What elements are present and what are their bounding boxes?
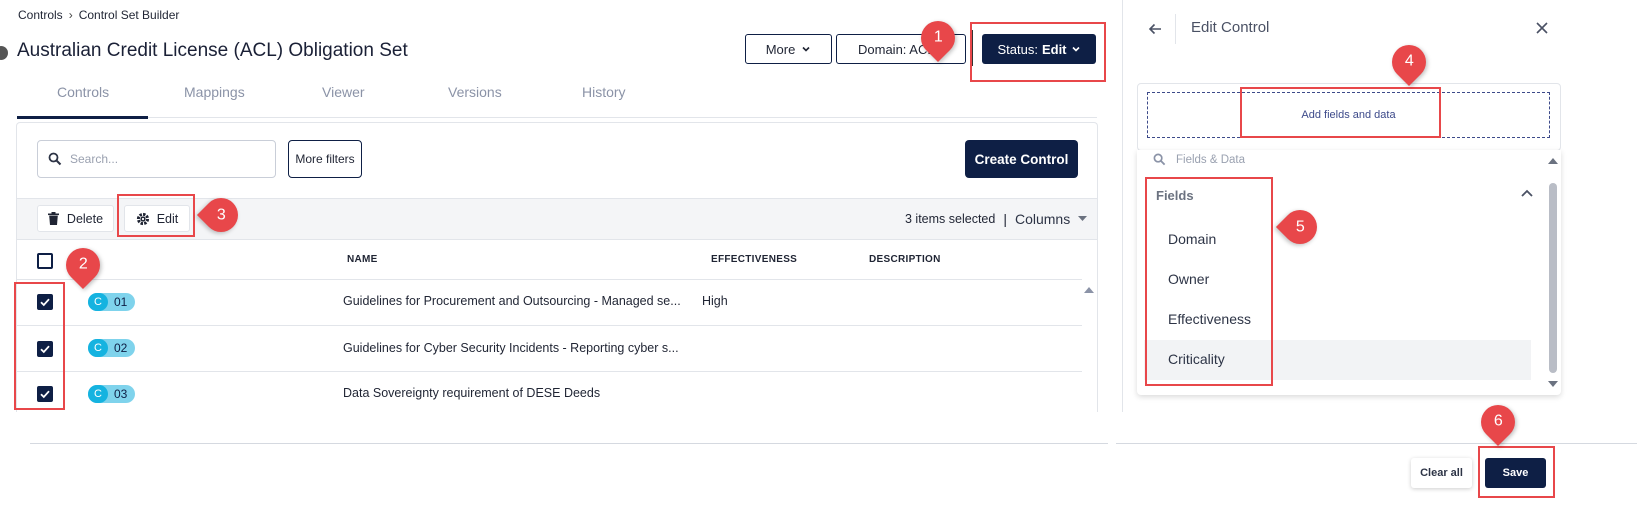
column-header-description[interactable]: DESCRIPTION bbox=[869, 254, 941, 265]
search-input[interactable]: Search... bbox=[37, 140, 276, 178]
breadcrumb-current: Control Set Builder bbox=[78, 8, 180, 22]
close-icon[interactable] bbox=[1536, 22, 1548, 34]
add-fields-label: Add fields and data bbox=[1301, 109, 1396, 121]
control-id: 03 bbox=[114, 387, 128, 401]
tab-mappings[interactable]: Mappings bbox=[184, 84, 245, 100]
chevron-down-icon bbox=[1071, 46, 1080, 52]
fields-section-title: Fields bbox=[1156, 188, 1194, 203]
chevron-right-icon: › bbox=[68, 8, 73, 22]
delete-button[interactable]: Delete bbox=[37, 205, 114, 232]
edge-dot bbox=[0, 46, 8, 60]
control-id-badge: C 03 bbox=[88, 385, 136, 403]
row-effectiveness: High bbox=[702, 294, 728, 308]
panel-header-divider bbox=[1175, 14, 1176, 44]
columns-dropdown[interactable]: Columns bbox=[1014, 211, 1088, 227]
summary-divider: | bbox=[1003, 211, 1007, 227]
row-divider bbox=[17, 325, 1082, 326]
field-option-criticality[interactable]: Criticality bbox=[1168, 351, 1225, 367]
select-all-checkbox[interactable] bbox=[37, 253, 53, 269]
control-type-letter: C bbox=[88, 293, 108, 311]
fields-search-input[interactable]: Fields & Data bbox=[1176, 154, 1516, 168]
chevron-up-icon[interactable] bbox=[1521, 189, 1533, 197]
more-filters-label: More filters bbox=[295, 152, 355, 166]
control-id-badge: C 01 bbox=[88, 293, 136, 311]
search-placeholder: Search... bbox=[70, 152, 119, 166]
selected-count: 3 items selected bbox=[905, 212, 996, 226]
row-checkbox[interactable] bbox=[37, 386, 53, 402]
tab-history[interactable]: History bbox=[582, 84, 626, 100]
create-control-button[interactable]: Create Control bbox=[965, 140, 1078, 178]
search-icon bbox=[1153, 153, 1166, 166]
breadcrumb-root[interactable]: Controls bbox=[18, 8, 63, 22]
scroll-up-arrow-icon[interactable] bbox=[1548, 157, 1558, 165]
checkmark-icon bbox=[40, 345, 50, 354]
row-divider bbox=[17, 279, 1082, 280]
field-option-domain[interactable]: Domain bbox=[1168, 231, 1216, 247]
save-label: Save bbox=[1502, 467, 1529, 479]
gear-icon bbox=[136, 212, 149, 225]
field-option-owner[interactable]: Owner bbox=[1168, 271, 1209, 287]
tab-viewer[interactable]: Viewer bbox=[322, 84, 365, 100]
status-prefix: Status: bbox=[997, 41, 1038, 57]
clear-all-label: Clear all bbox=[1420, 467, 1463, 479]
search-icon bbox=[48, 152, 62, 166]
control-type-letter: C bbox=[88, 385, 108, 403]
field-option-effectiveness[interactable]: Effectiveness bbox=[1168, 311, 1251, 327]
caret-down-icon bbox=[1078, 216, 1088, 221]
side-panel bbox=[1122, 0, 1123, 412]
control-type-letter: C bbox=[88, 339, 108, 357]
breadcrumb: Controls › Control Set Builder bbox=[18, 8, 179, 22]
tabs-baseline bbox=[17, 117, 1097, 118]
more-filters-button[interactable]: More filters bbox=[288, 140, 362, 178]
header-divider bbox=[972, 30, 973, 66]
tab-controls[interactable]: Controls bbox=[57, 84, 109, 100]
row-checkbox[interactable] bbox=[37, 294, 53, 310]
more-button-label: More bbox=[765, 41, 796, 57]
row-name[interactable]: Data Sovereignty requirement of DESE Dee… bbox=[343, 386, 600, 400]
row-checkbox[interactable] bbox=[37, 341, 53, 357]
columns-label: Columns bbox=[1014, 211, 1071, 227]
dropdown-scrollbar-thumb[interactable] bbox=[1549, 183, 1557, 373]
checkmark-icon bbox=[40, 390, 50, 399]
row-divider bbox=[17, 371, 1082, 372]
control-id-badge: C 02 bbox=[88, 339, 136, 357]
scroll-down-arrow-icon[interactable] bbox=[1548, 380, 1558, 388]
selection-summary: 3 items selected | Columns bbox=[905, 211, 1088, 227]
footer-divider-left bbox=[30, 443, 1108, 444]
delete-label: Delete bbox=[66, 211, 104, 226]
edit-button[interactable]: Edit bbox=[124, 205, 190, 232]
annotation-marker-6: 6 bbox=[1473, 397, 1523, 447]
create-control-label: Create Control bbox=[974, 151, 1069, 167]
checkmark-icon bbox=[40, 298, 50, 307]
save-button[interactable]: Save bbox=[1485, 458, 1546, 488]
add-fields-dropzone[interactable]: Add fields and data bbox=[1147, 92, 1550, 138]
fields-search-placeholder: Fields & Data bbox=[1176, 154, 1246, 166]
scroll-up-arrow-icon[interactable] bbox=[1084, 286, 1094, 294]
clear-all-button[interactable]: Clear all bbox=[1411, 458, 1472, 488]
row-name[interactable]: Guidelines for Procurement and Outsourci… bbox=[343, 294, 681, 308]
tab-active-indicator bbox=[17, 116, 148, 119]
trash-icon bbox=[47, 212, 59, 225]
page-title: Australian Credit License (ACL) Obligati… bbox=[17, 40, 408, 61]
annotation-marker-4: 4 bbox=[1384, 37, 1434, 87]
chevron-down-icon bbox=[802, 46, 810, 52]
status-value: Edit bbox=[1041, 41, 1067, 57]
control-id: 02 bbox=[114, 341, 128, 355]
footer-divider-right bbox=[1116, 443, 1637, 444]
row-name[interactable]: Guidelines for Cyber Security Incidents … bbox=[343, 341, 679, 355]
status-button[interactable]: Status: Edit bbox=[982, 34, 1096, 64]
tab-versions[interactable]: Versions bbox=[448, 84, 502, 100]
column-header-name[interactable]: NAME bbox=[347, 254, 378, 265]
control-id: 01 bbox=[114, 295, 128, 309]
back-arrow-icon[interactable] bbox=[1148, 22, 1162, 36]
panel-title: Edit Control bbox=[1191, 19, 1270, 36]
more-button[interactable]: More bbox=[745, 34, 832, 64]
column-header-effectiveness[interactable]: EFFECTIVENESS bbox=[711, 254, 797, 265]
edit-label: Edit bbox=[156, 211, 179, 226]
